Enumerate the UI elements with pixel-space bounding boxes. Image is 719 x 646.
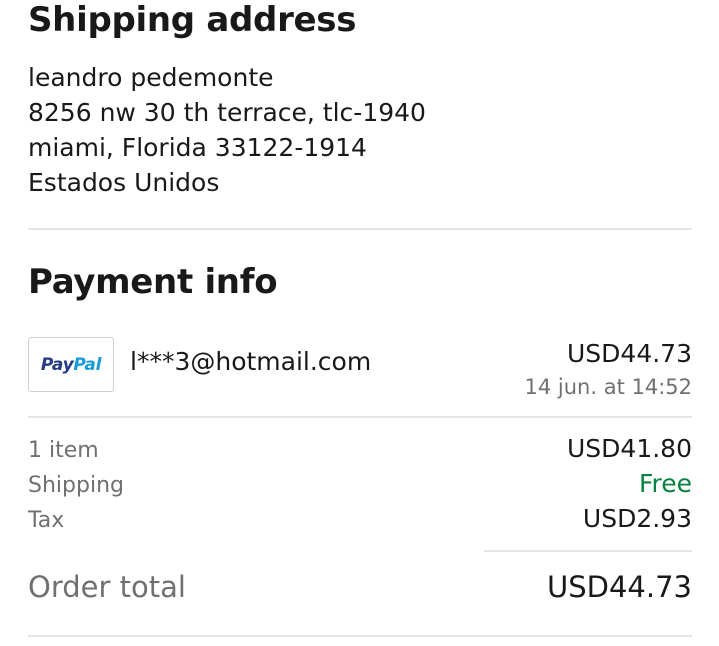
address-street: 8256 nw 30 th terrace, tlc-1940 bbox=[28, 98, 426, 127]
address-name: leandro pedemonte bbox=[28, 63, 274, 92]
items-label: 1 item bbox=[28, 438, 99, 463]
address-city: miami, Florida 33122-1914 bbox=[28, 133, 367, 162]
order-total-value: USD44.73 bbox=[547, 570, 692, 604]
paypal-icon: PayPal bbox=[40, 354, 102, 375]
tax-label: Tax bbox=[28, 508, 65, 533]
divider bbox=[28, 635, 692, 637]
items-value: USD41.80 bbox=[567, 434, 692, 463]
payment-date: 14 jun. at 14:52 bbox=[524, 375, 693, 399]
payment-info-title: Payment info bbox=[28, 262, 278, 302]
shipping-address-title: Shipping address bbox=[28, 0, 357, 40]
divider bbox=[28, 416, 692, 418]
payment-amount: USD44.73 bbox=[567, 339, 692, 368]
shipping-value: Free bbox=[638, 469, 692, 498]
order-details-page: Shipping address leandro pedemonte 8256 … bbox=[28, 0, 692, 646]
tax-value: USD2.93 bbox=[582, 504, 692, 533]
paypal-logo: PayPal bbox=[28, 337, 114, 392]
order-total-label: Order total bbox=[28, 570, 186, 604]
divider bbox=[28, 228, 692, 230]
address-country: Estados Unidos bbox=[28, 168, 220, 197]
shipping-address-block: leandro pedemonte 8256 nw 30 th terrace,… bbox=[28, 60, 426, 200]
subtotal-divider bbox=[484, 550, 692, 552]
payment-email: l***3@hotmail.com bbox=[130, 347, 372, 376]
shipping-label: Shipping bbox=[28, 473, 124, 498]
